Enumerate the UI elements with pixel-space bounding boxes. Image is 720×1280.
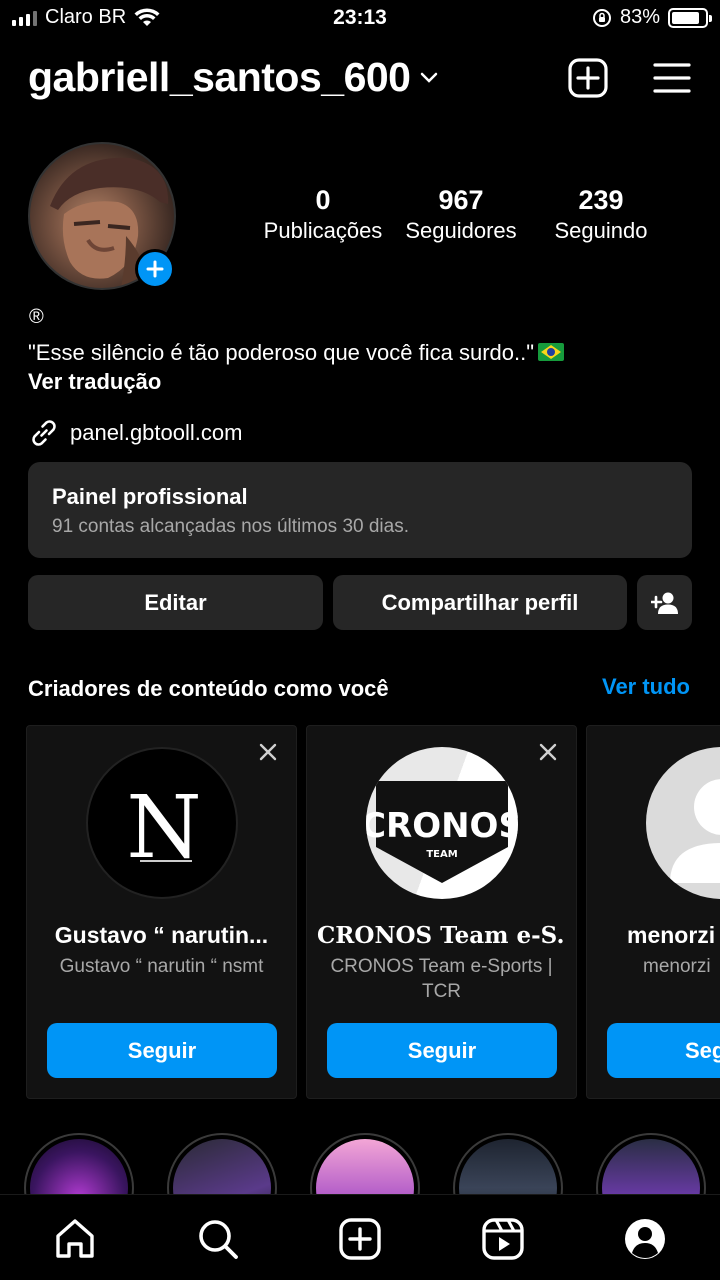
- suggestion-card[interactable]: menorzi menorzi Seg: [586, 725, 720, 1099]
- suggestion-avatar[interactable]: [646, 747, 720, 899]
- stat-label: Seguidores: [405, 218, 517, 243]
- profile-link[interactable]: panel.gbtooll.com: [28, 417, 242, 449]
- avatar-logo-subtext: TEAM: [426, 849, 457, 860]
- battery-percent: 83%: [619, 6, 660, 28]
- brazil-flag-icon: [538, 343, 565, 361]
- profile-tab-icon[interactable]: [623, 1217, 667, 1261]
- profile-stats: 0 Publicações 967 Seguidores 239 Seguind…: [250, 184, 670, 248]
- close-icon[interactable]: [258, 742, 278, 762]
- edit-profile-button[interactable]: Editar: [28, 575, 323, 630]
- orientation-lock-icon: [592, 8, 611, 27]
- avatar-image: CRONOS TEAM: [366, 781, 518, 883]
- link-icon: [32, 420, 56, 446]
- follow-button-label: Seg: [685, 1037, 720, 1063]
- suggestion-subtitle: Gustavo “ narutin “ nsmt: [59, 956, 264, 977]
- avatar-letter: N: [126, 778, 201, 878]
- default-avatar-icon: [670, 779, 720, 883]
- add-story-button[interactable]: [135, 249, 175, 289]
- see-all-link[interactable]: Ver tudo: [602, 674, 690, 700]
- follow-button[interactable]: Seg: [607, 1023, 720, 1078]
- new-post-icon[interactable]: [568, 58, 608, 98]
- stat-following[interactable]: 239 Seguindo: [540, 184, 662, 246]
- suggestion-card[interactable]: N Gustavo “ narutin... Gustavo “ narutin…: [26, 725, 297, 1099]
- see-translation-link[interactable]: Ver tradução: [28, 369, 161, 395]
- follow-button[interactable]: Seguir: [327, 1023, 557, 1078]
- pro-panel-title: Painel profissional: [52, 484, 248, 509]
- suggestion-subtitle: menorzi: [643, 956, 711, 977]
- screen: Claro BR 23:13 83% gabriell_santos_600 0…: [0, 0, 720, 1280]
- suggestion-subtitle: CRONOS Team e-Sports | TCR: [330, 956, 553, 1002]
- bio-quote: "Esse silêncio é tão poderoso que você f…: [28, 340, 535, 365]
- profile-avatar[interactable]: [28, 142, 176, 290]
- discover-people-button[interactable]: [637, 575, 692, 630]
- status-right: 83%: [592, 6, 712, 29]
- stat-number: 0: [315, 185, 331, 215]
- menu-icon[interactable]: [652, 58, 692, 98]
- home-icon[interactable]: [53, 1217, 97, 1261]
- status-bar: Claro BR 23:13 83%: [0, 0, 720, 36]
- share-profile-button[interactable]: Compartilhar perfil: [333, 575, 627, 630]
- reels-icon[interactable]: [481, 1217, 525, 1261]
- avatar-image: N: [126, 778, 201, 878]
- suggestion-name: Gustavo “ narutin...: [54, 922, 269, 948]
- create-icon[interactable]: [338, 1217, 382, 1261]
- stat-posts[interactable]: 0 Publicações: [260, 184, 386, 246]
- suggestion-avatar[interactable]: CRONOS TEAM: [366, 747, 518, 899]
- pro-panel-subtitle: 91 contas alcançadas nos últimos 30 dias…: [52, 516, 409, 537]
- close-icon[interactable]: [538, 742, 558, 762]
- plus-icon: [146, 260, 164, 278]
- suggestion-name: CRONOS Team e-S...: [317, 922, 566, 949]
- follow-button[interactable]: Seguir: [47, 1023, 277, 1078]
- profile-header: gabriell_santos_600: [28, 50, 692, 110]
- professional-dashboard[interactable]: Painel profissional 91 contas alcançadas…: [28, 462, 692, 558]
- stat-number: 239: [578, 185, 624, 215]
- search-icon[interactable]: [196, 1217, 240, 1261]
- suggestion-name: menorzi: [627, 922, 716, 948]
- link-text: panel.gbtooll.com: [70, 420, 243, 445]
- battery-fill: [672, 11, 699, 24]
- suggestions-title: Criadores de conteúdo como você: [28, 676, 389, 701]
- battery-icon: [668, 7, 712, 28]
- stat-followers[interactable]: 967 Seguidores: [398, 184, 524, 246]
- avatar-logo-text: CRONOS: [366, 806, 518, 846]
- bio-text: "Esse silêncio é tão poderoso que você f…: [28, 339, 565, 367]
- stat-label: Seguindo: [554, 218, 648, 243]
- stat-label: Publicações: [263, 218, 383, 243]
- story-highlights: [0, 1133, 720, 1243]
- account-switcher[interactable]: gabriell_santos_600: [28, 54, 438, 101]
- chevron-down-icon: [421, 72, 438, 83]
- suggestion-avatar[interactable]: N: [86, 747, 238, 899]
- stat-number: 967: [438, 185, 484, 215]
- add-person-icon: [650, 592, 678, 614]
- suggestion-card[interactable]: CRONOS TEAM CRONOS Team e-S... CRONOS Te…: [306, 725, 577, 1099]
- registered-mark: ®: [29, 306, 44, 328]
- bottom-tab-bar: [0, 1194, 720, 1280]
- username: gabriell_santos_600: [28, 54, 411, 100]
